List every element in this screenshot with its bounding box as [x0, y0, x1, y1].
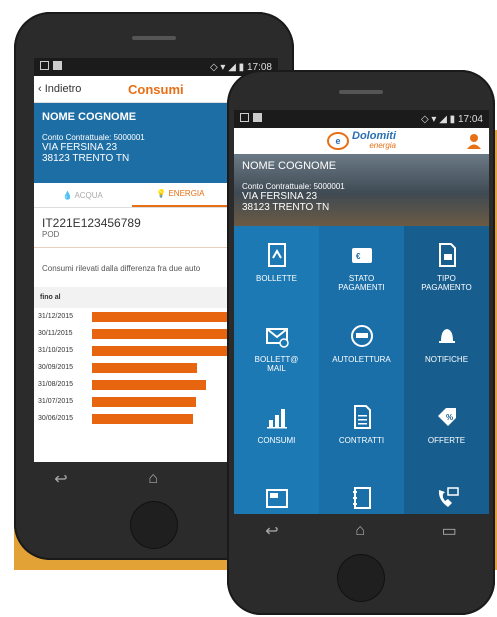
row-date: 31/12/2015 [38, 313, 74, 320]
menu-grid: BOLLETTE € STATO PAGAMENTI TIPO PAGAMENTO BO… [234, 226, 489, 514]
mail-at-icon [265, 328, 289, 348]
row-date: 31/10/2015 [38, 347, 74, 354]
menu-tile[interactable]: % OFFERTE [404, 388, 489, 469]
app-header: e Dolomiti energia [234, 128, 489, 154]
back-key-icon[interactable]: ↩ [54, 469, 67, 489]
row-date: 30/09/2015 [38, 364, 74, 371]
status-bar: ◇ ▾ ◢ ▮ 17:08 [34, 58, 278, 76]
tab-energia-label: ENERGIA [168, 189, 205, 198]
dolomiti-logo: e Dolomiti energia [327, 130, 396, 150]
consumption-bar [92, 328, 240, 339]
menu-tile[interactable]: NOTIFICHE [404, 307, 489, 388]
menu-tile[interactable]: CONSUMI [234, 388, 319, 469]
speaker [132, 36, 176, 40]
tab-energia[interactable]: 💡 ENERGIA [131, 183, 230, 207]
menu-tile[interactable] [404, 469, 489, 514]
recent-key-icon[interactable]: ▭ [442, 521, 457, 541]
payment-doc-icon [438, 243, 456, 267]
row-date: 31/07/2015 [38, 398, 74, 405]
back-label: Indietro [44, 83, 82, 95]
menu-tile-label: BOLLETT@ MAIL [254, 355, 299, 373]
row-date: 30/06/2015 [38, 415, 74, 422]
consumption-bar [92, 345, 240, 356]
logo-text: Dolomiti [352, 130, 396, 142]
back-button[interactable]: ‹ Indietro [34, 83, 81, 95]
nav-keys: ↩ ⌂ ▭ [227, 516, 495, 546]
user-banner: NOME COGNOME Conto Contrattuale: 5000001… [234, 154, 489, 226]
bar-chart-icon [266, 409, 287, 429]
consumption-bar [92, 379, 206, 390]
phone-mail-icon [438, 487, 459, 507]
back-key-icon[interactable]: ↩ [265, 521, 278, 541]
address-line2: 38123 TRENTO TN [242, 202, 330, 213]
consumption-bar [92, 396, 196, 407]
contract-number: Conto Contrattuale: 5000001 [242, 182, 345, 191]
home-key-icon[interactable]: ⌂ [355, 522, 365, 540]
pdf-bill-icon [267, 243, 286, 267]
menu-tile-label: OFFERTE [427, 436, 466, 445]
consumption-bar [92, 413, 193, 424]
status-bar: ◇ ▾ ◢ ▮ 17:04 [234, 110, 489, 128]
page-title: Consumi [128, 81, 184, 97]
menu-tile[interactable] [234, 469, 319, 514]
bell-icon [438, 329, 455, 343]
logo-mark-icon: e [327, 132, 349, 150]
front-phone: ◇ ▾ ◢ ▮ 17:04 e Dolomiti energia NOME CO… [227, 70, 495, 615]
menu-tile[interactable]: BOLLETTE [234, 226, 319, 307]
consumption-bar [92, 362, 198, 373]
speaker [339, 90, 383, 94]
percent-tag-icon: % [437, 408, 456, 426]
address-line1: VIA FERSINA 23 [242, 191, 318, 202]
home-key-icon[interactable]: ⌂ [148, 470, 158, 488]
home-screen: ◇ ▾ ◢ ▮ 17:04 e Dolomiti energia NOME CO… [234, 110, 489, 514]
menu-tile-label: AUTOLETTURA [332, 355, 391, 364]
tab-acqua-label: ACQUA [74, 190, 103, 200]
home-button[interactable] [338, 555, 384, 601]
menu-tile[interactable]: BOLLETT@ MAIL [234, 307, 319, 388]
menu-tile[interactable]: TIPO PAGAMENTO [404, 226, 489, 307]
menu-tile[interactable]: € STATO PAGAMENTI [319, 226, 404, 307]
notebook-icon [352, 487, 371, 509]
user-profile-icon[interactable] [467, 133, 481, 149]
meter-icon [350, 325, 373, 347]
svg-text:€: € [356, 252, 361, 261]
menu-tile-label: BOLLETTE [256, 274, 297, 283]
user-name: NOME COGNOME [242, 160, 337, 172]
logo-subtext: energia [369, 141, 396, 150]
menu-tile-label: NOTIFICHE [424, 355, 469, 364]
menu-tile[interactable] [319, 469, 404, 514]
menu-tile-label: STATO PAGAMENTI [338, 274, 385, 292]
wallet-icon: € [351, 248, 372, 263]
consumption-bar [92, 311, 240, 322]
menu-tile[interactable]: CONTRATTI [319, 388, 404, 469]
tab-acqua[interactable]: 💧 ACQUA [34, 191, 132, 200]
menu-tile-label: CONTRATTI [338, 436, 385, 445]
svg-text:%: % [446, 413, 453, 422]
document-icon [353, 405, 371, 429]
menu-tile-label: TIPO PAGAMENTO [421, 274, 472, 292]
news-icon [265, 489, 288, 508]
home-button[interactable] [131, 502, 177, 548]
status-time: 17:04 [457, 113, 483, 125]
menu-tile[interactable]: AUTOLETTURA [319, 307, 404, 388]
menu-tile-label: CONSUMI [257, 436, 296, 445]
row-date: 30/11/2015 [38, 330, 73, 337]
row-date: 31/08/2015 [38, 381, 74, 388]
